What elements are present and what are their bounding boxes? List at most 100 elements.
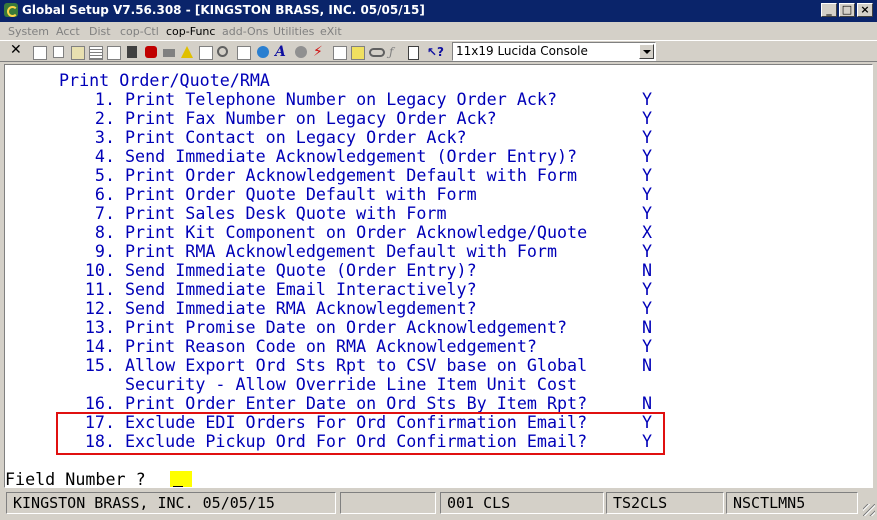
option-number: 10.	[84, 260, 115, 280]
option-number: 12.	[84, 298, 115, 318]
option-number: 14.	[84, 336, 115, 356]
resize-grip[interactable]	[863, 504, 875, 516]
maximize-button[interactable]: □	[839, 3, 855, 17]
menu-bar: System Acct Dist cop-Ctl cop-Func add-On…	[0, 22, 877, 40]
option-label: Print Sales Desk Quote with Form	[125, 203, 447, 223]
option-row: 6. Print Order Quote Default with Form Y	[5, 185, 865, 204]
globe-icon[interactable]	[254, 43, 272, 61]
option-value[interactable]: X	[642, 223, 652, 242]
terminal-screen[interactable]: Print Order/Quote/RMA 1. Print Telephone …	[4, 64, 873, 488]
option-row: Security - Allow Override Line Item Unit…	[5, 375, 865, 394]
link-icon[interactable]	[366, 43, 385, 61]
print-icon[interactable]	[160, 43, 178, 61]
option-label: Print RMA Acknowledgement Default with F…	[125, 241, 558, 261]
option-number: 16.	[84, 393, 115, 413]
option-value[interactable]: Y	[642, 166, 652, 185]
menu-utilities[interactable]: Utilities	[273, 25, 314, 38]
option-label: Send Immediate Quote (Order Entry)?	[125, 260, 477, 280]
option-value[interactable]: N	[642, 318, 652, 337]
option-number: 11.	[84, 279, 115, 299]
option-row: 4. Send Immediate Acknowledgement (Order …	[5, 147, 865, 166]
chevron-down-icon[interactable]	[639, 44, 654, 59]
run-icon[interactable]: ⚡	[310, 43, 328, 61]
menu-acct[interactable]: Acct	[56, 25, 80, 38]
menu-exit[interactable]: eXit	[320, 25, 342, 38]
stop-icon[interactable]	[142, 43, 160, 61]
option-number: 3.	[94, 127, 115, 147]
option-value[interactable]: Y	[642, 185, 652, 204]
option-value[interactable]: Y	[642, 299, 652, 318]
alert-icon[interactable]	[178, 43, 196, 61]
option-number: 4.	[94, 146, 115, 166]
option-number: 15.	[84, 355, 115, 375]
option-label: Security - Allow Override Line Item Unit…	[125, 374, 578, 394]
option-row: 16. Print Order Enter Date on Ord Sts By …	[5, 394, 865, 413]
grid-icon[interactable]	[196, 43, 214, 61]
option-value[interactable]: N	[642, 356, 652, 375]
status-bar: KINGSTON BRASS, INC. 05/05/15 001 CLS TS…	[0, 490, 877, 520]
function-icon[interactable]: ƒ	[386, 43, 404, 61]
menu-dist[interactable]: Dist	[89, 25, 111, 38]
option-value[interactable]: N	[642, 261, 652, 280]
option-row: 2. Print Fax Number on Legacy Order Ack? Y	[5, 109, 865, 128]
option-row: 8. Print Kit Component on Order Acknowled…	[5, 223, 865, 242]
report-icon[interactable]	[234, 43, 252, 61]
section-title: Print Order/Quote/RMA	[59, 70, 270, 90]
status-station: NSCTLMN5	[726, 492, 858, 514]
option-label: Print Order Enter Date on Ord Sts By Ite…	[125, 393, 588, 413]
menu-add-ons[interactable]: add-Ons	[222, 25, 268, 38]
option-value[interactable]: Y	[642, 337, 652, 356]
paste-icon[interactable]	[68, 43, 86, 61]
close-x-icon[interactable]: ✕	[8, 43, 26, 61]
menu-cop-ctl[interactable]: cop-Ctl	[120, 25, 159, 38]
toolbar: ✕ A ⚡ ƒ ↖? 11x19 Lucida Console	[0, 40, 877, 62]
option-label: Print Promise Date on Order Acknowledgem…	[125, 317, 568, 337]
option-label: Send Immediate Acknowledgement (Order En…	[125, 146, 578, 166]
gear-icon[interactable]	[292, 43, 310, 61]
title-bar: Global Setup V7.56.308 - [KINGSTON BRASS…	[0, 0, 877, 22]
save-icon[interactable]	[124, 43, 142, 61]
menu-cop-func[interactable]: cop-Func	[166, 25, 215, 38]
option-value[interactable]: Y	[642, 280, 652, 299]
calculator-icon[interactable]	[348, 43, 366, 61]
option-value[interactable]: Y	[642, 128, 652, 147]
table-icon[interactable]	[104, 43, 122, 61]
option-row: 3. Print Contact on Legacy Order Ack? Y	[5, 128, 865, 147]
new-icon[interactable]	[30, 43, 48, 61]
option-label: Send Immediate RMA Acknowlegdement?	[125, 298, 477, 318]
option-value[interactable]: N	[642, 394, 652, 413]
option-label: Print Contact on Legacy Order Ack?	[125, 127, 467, 147]
option-value[interactable]: Y	[642, 90, 652, 109]
highlight-box	[56, 412, 665, 455]
option-label: Print Order Acknowledgement Default with…	[125, 165, 578, 185]
calendar-icon[interactable]	[330, 43, 348, 61]
option-row: 7. Print Sales Desk Quote with Form Y	[5, 204, 865, 223]
option-row: 5. Print Order Acknowledgement Default wi…	[5, 166, 865, 185]
option-value[interactable]: Y	[642, 147, 652, 166]
option-row: 9. Print RMA Acknowledgement Default with…	[5, 242, 865, 261]
font-select[interactable]: 11x19 Lucida Console	[452, 42, 656, 61]
copy-icon[interactable]	[50, 43, 68, 61]
option-label: Send Immediate Email Interactively?	[125, 279, 477, 299]
option-label: Print Reason Code on RMA Acknowledgement…	[125, 336, 537, 356]
option-value[interactable]: Y	[642, 204, 652, 223]
document-icon[interactable]	[404, 43, 422, 61]
minimize-button[interactable]: _	[821, 3, 837, 17]
option-label: Print Kit Component on Order Acknowledge…	[125, 222, 588, 242]
option-row: 15. Allow Export Ord Sts Rpt to CSV base …	[5, 356, 865, 375]
option-number: 13.	[84, 317, 115, 337]
option-number: 1.	[94, 89, 115, 109]
search-icon[interactable]	[214, 43, 232, 61]
list-icon[interactable]	[86, 43, 104, 61]
option-row: 14. Print Reason Code on RMA Acknowledgem…	[5, 337, 865, 356]
menu-system[interactable]: System	[8, 25, 49, 38]
option-number: 8.	[94, 222, 115, 242]
option-number: 9.	[94, 241, 115, 261]
option-value[interactable]: Y	[642, 109, 652, 128]
option-value[interactable]: Y	[642, 242, 652, 261]
status-server: TS2CLS	[606, 492, 724, 514]
help-icon[interactable]: ↖?	[424, 43, 444, 61]
font-icon[interactable]: A	[272, 43, 290, 61]
field-number-input[interactable]	[170, 471, 192, 487]
close-button[interactable]: ×	[857, 3, 873, 17]
